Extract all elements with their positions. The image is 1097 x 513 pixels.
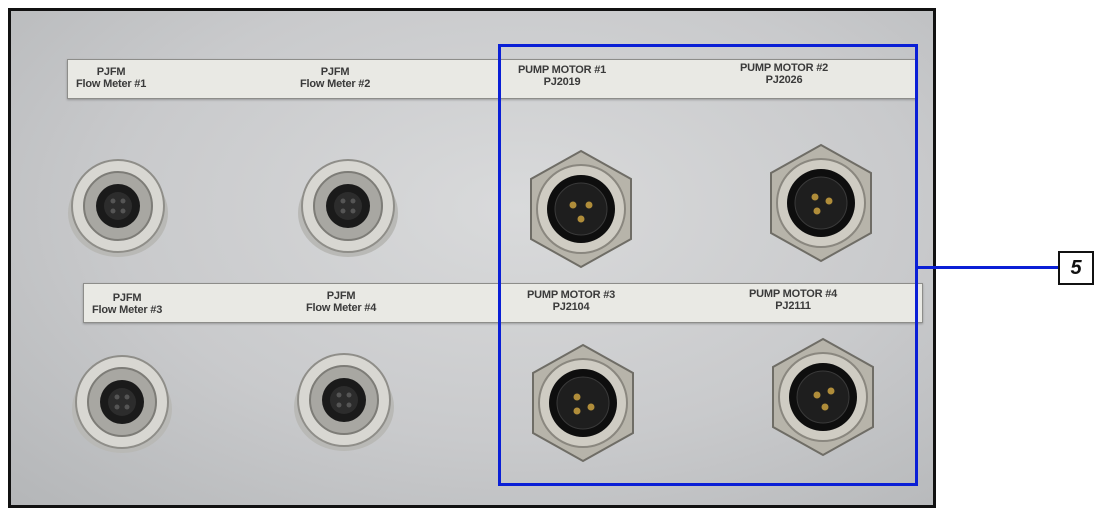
label-flow-meter-2-line2: Flow Meter #2	[300, 78, 371, 90]
label-flow-meter-3: PJFM Flow Meter #3	[92, 292, 162, 316]
label-flow-meter-4: PJFM Flow Meter #4	[306, 290, 376, 314]
label-flow-meter-1-line1: PJFM	[96, 66, 126, 78]
label-flow-meter-2-line1: PJFM	[320, 66, 350, 78]
callout-leader-line	[918, 266, 1060, 269]
flow-meter-2-connector	[298, 159, 398, 257]
flow-meter-3-connector	[72, 355, 172, 453]
label-flow-meter-3-line1: PJFM	[112, 292, 142, 304]
callout-number-tag: 5	[1058, 251, 1094, 285]
flow-meter-1-connector	[68, 159, 168, 257]
label-flow-meter-4-line2: Flow Meter #4	[306, 302, 377, 314]
callout-highlight-box	[498, 44, 918, 486]
label-flow-meter-1: PJFM Flow Meter #1	[76, 66, 146, 90]
label-flow-meter-1-line2: Flow Meter #1	[76, 78, 147, 90]
label-flow-meter-2: PJFM Flow Meter #2	[300, 66, 370, 90]
callout-number: 5	[1070, 256, 1082, 279]
label-flow-meter-4-line1: PJFM	[326, 290, 356, 302]
flow-meter-4-connector	[294, 353, 394, 451]
label-flow-meter-3-line2: Flow Meter #3	[92, 304, 163, 316]
